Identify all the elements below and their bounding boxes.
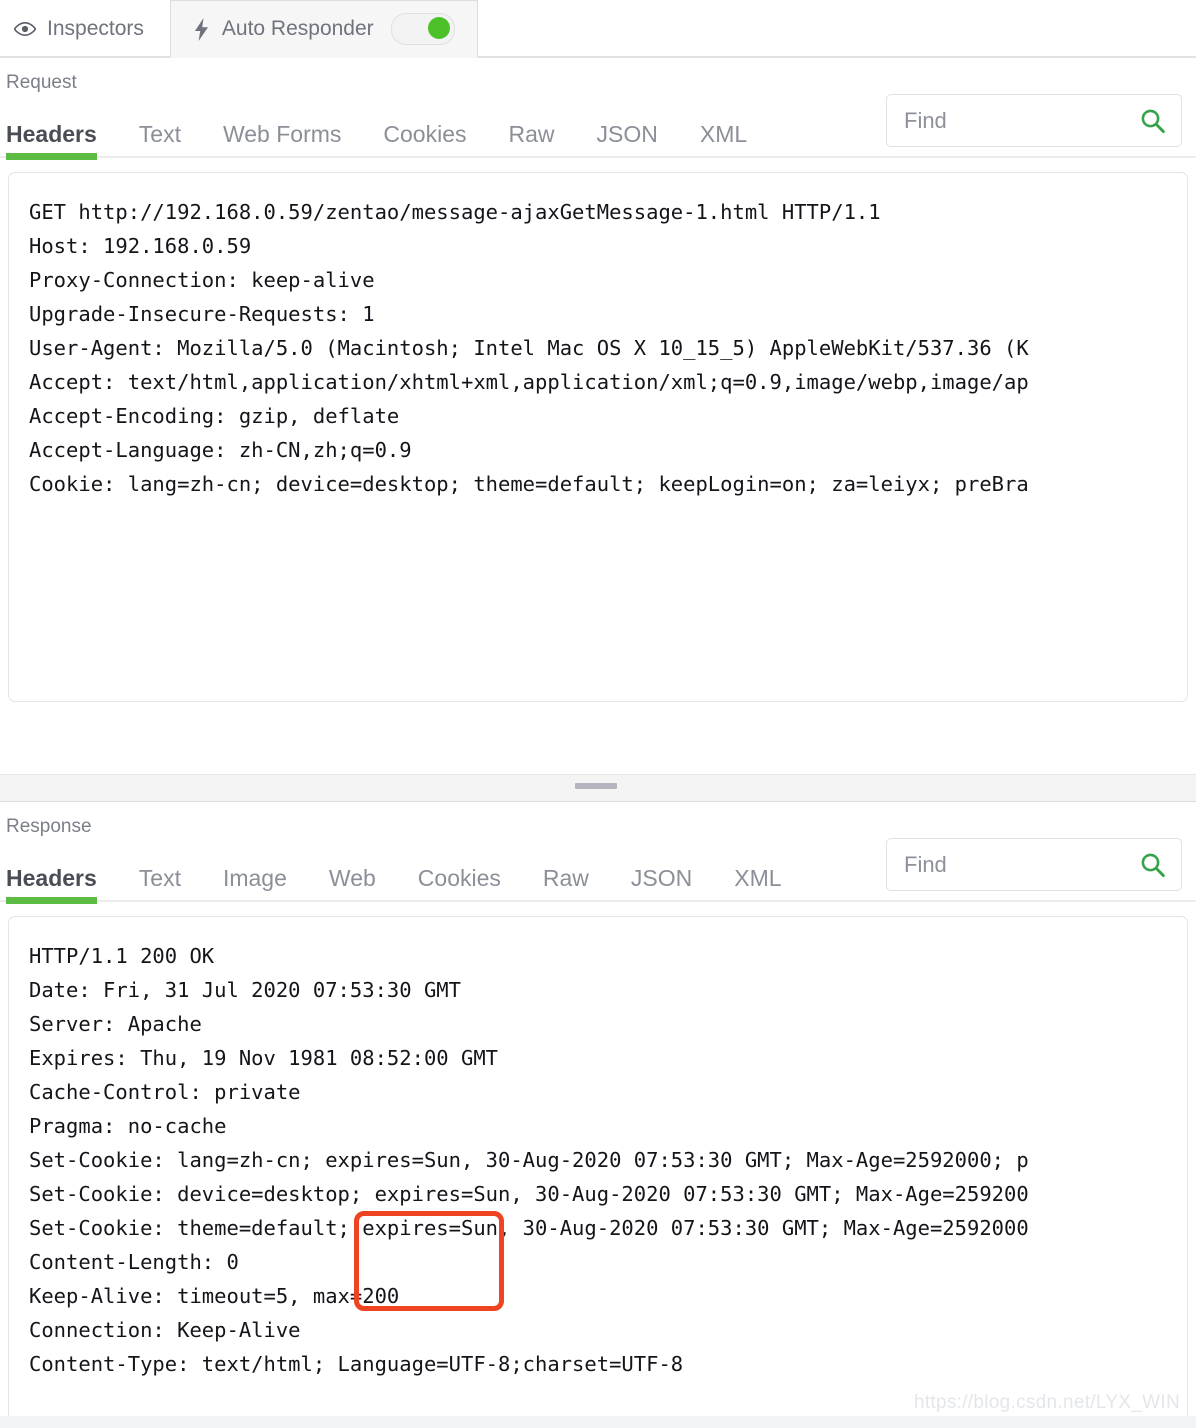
response-tabs: Headers Text Image Web Cookies Raw JSON … (0, 838, 1196, 904)
request-find-box[interactable]: Find (886, 94, 1182, 147)
response-tab-cookies[interactable]: Cookies (418, 865, 501, 902)
auto-responder-toggle[interactable] (390, 13, 455, 45)
response-headers-panel[interactable]: HTTP/1.1 200 OK Date: Fri, 31 Jul 2020 0… (8, 916, 1188, 1426)
request-tab-json[interactable]: JSON (597, 121, 658, 158)
response-tab-json[interactable]: JSON (631, 865, 692, 902)
request-tab-text[interactable]: Text (139, 121, 181, 158)
request-pane-title: Request (6, 72, 77, 93)
tab-inspectors-label: Inspectors (47, 16, 144, 40)
request-tab-raw[interactable]: Raw (509, 121, 555, 158)
watermark: https://blog.csdn.net/LYX_WIN (913, 1392, 1180, 1413)
pane-splitter[interactable] (0, 774, 1196, 802)
request-headers-panel[interactable]: GET http://192.168.0.59/zentao/message-a… (8, 172, 1188, 702)
eye-icon (14, 18, 36, 40)
request-headers-text: GET http://192.168.0.59/zentao/message-a… (29, 200, 1029, 496)
toggle-knob (427, 17, 450, 39)
request-tab-xml[interactable]: XML (700, 121, 747, 158)
response-find-input[interactable]: Find (887, 852, 1133, 878)
response-find-box[interactable]: Find (886, 838, 1182, 891)
splitter-grab-handle[interactable] (575, 783, 617, 789)
response-tab-xml[interactable]: XML (734, 865, 781, 902)
bottom-strip (0, 1416, 1196, 1428)
request-tab-cookies[interactable]: Cookies (383, 121, 466, 158)
response-tab-web[interactable]: Web (329, 865, 376, 902)
request-pane: Request Headers Text Web Forms Cookies R… (0, 58, 1196, 774)
bolt-icon (193, 17, 211, 41)
response-tab-image[interactable]: Image (223, 865, 287, 902)
request-find-input[interactable]: Find (887, 108, 1133, 134)
tab-auto-responder-label: Auto Responder (221, 17, 374, 40)
response-headers-text: HTTP/1.1 200 OK Date: Fri, 31 Jul 2020 0… (29, 944, 1029, 1376)
response-tab-raw[interactable]: Raw (543, 865, 589, 902)
response-pane: Response Headers Text Image Web Cookies … (0, 802, 1196, 1426)
response-tab-text[interactable]: Text (139, 865, 181, 902)
response-tab-headers[interactable]: Headers (6, 865, 97, 904)
request-tab-headers[interactable]: Headers (6, 121, 97, 160)
search-icon[interactable] (1133, 852, 1181, 878)
window-tab-strip: Inspectors Auto Responder (0, 0, 1196, 58)
response-pane-title: Response (6, 816, 92, 837)
search-icon[interactable] (1133, 108, 1181, 134)
request-tabs: Headers Text Web Forms Cookies Raw JSON … (0, 94, 1196, 160)
tab-auto-responder[interactable]: Auto Responder (169, 0, 478, 58)
request-tab-web-forms[interactable]: Web Forms (223, 121, 341, 158)
tab-inspectors[interactable]: Inspectors (0, 0, 170, 57)
